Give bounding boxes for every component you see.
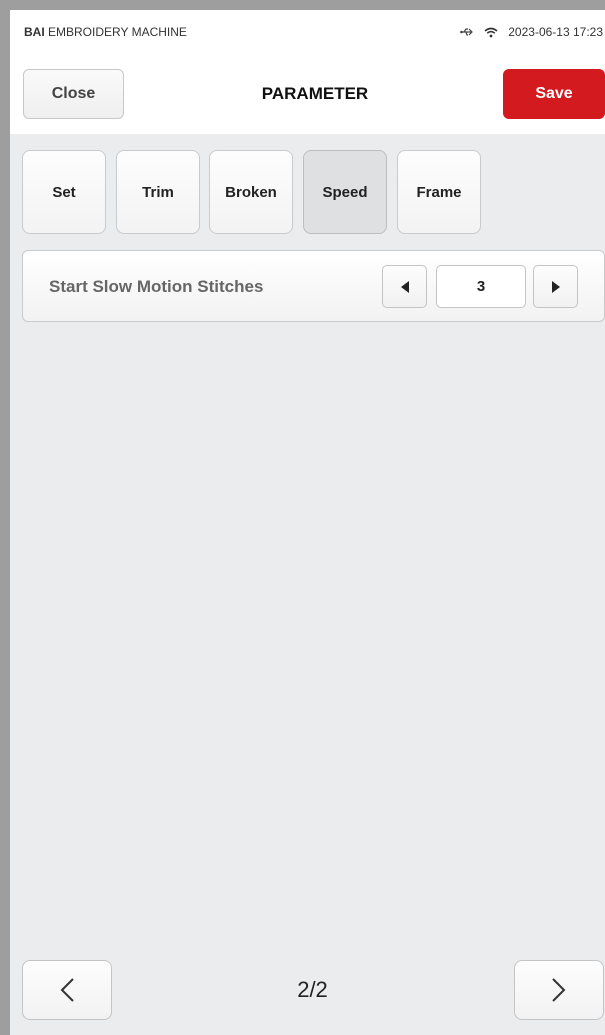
- brand-rest: EMBROIDERY MACHINE: [44, 25, 187, 39]
- page-title: PARAMETER: [261, 84, 369, 103]
- previous-page-button[interactable]: [22, 960, 112, 1020]
- close-button[interactable]: Close: [23, 69, 124, 119]
- save-button[interactable]: Save: [503, 69, 605, 119]
- increment-button[interactable]: [533, 265, 578, 308]
- brand-bold: BAI: [24, 25, 45, 39]
- tab-broken[interactable]: Broken: [209, 150, 293, 234]
- decrement-button[interactable]: [382, 265, 427, 308]
- tab-speed[interactable]: Speed: [303, 150, 387, 234]
- triangle-left-icon: [400, 280, 409, 293]
- triangle-right-icon: [551, 280, 560, 293]
- parameter-label: Start Slow Motion Stitches: [49, 277, 264, 296]
- usb-icon: [460, 27, 474, 37]
- page-indicator: 2/2: [297, 977, 328, 1002]
- device-brand: BAI EMBROIDERY MACHINE: [24, 25, 187, 39]
- tab-frame[interactable]: Frame: [397, 150, 481, 234]
- tab-set[interactable]: Set: [22, 150, 106, 234]
- chevron-left-icon: [60, 978, 74, 1002]
- next-page-button[interactable]: [514, 960, 604, 1020]
- chevron-right-icon: [552, 978, 566, 1002]
- status-datetime: 2023-06-13 17:23: [508, 25, 603, 39]
- tab-trim[interactable]: Trim: [116, 150, 200, 234]
- wifi-icon: [484, 27, 498, 38]
- parameter-row: Start Slow Motion Stitches 3: [22, 250, 605, 322]
- header-bar: Close PARAMETER Save: [10, 54, 605, 134]
- parameter-value[interactable]: 3: [436, 265, 526, 308]
- status-bar: BAI EMBROIDERY MACHINE 2023-06-13 17:23: [10, 10, 605, 54]
